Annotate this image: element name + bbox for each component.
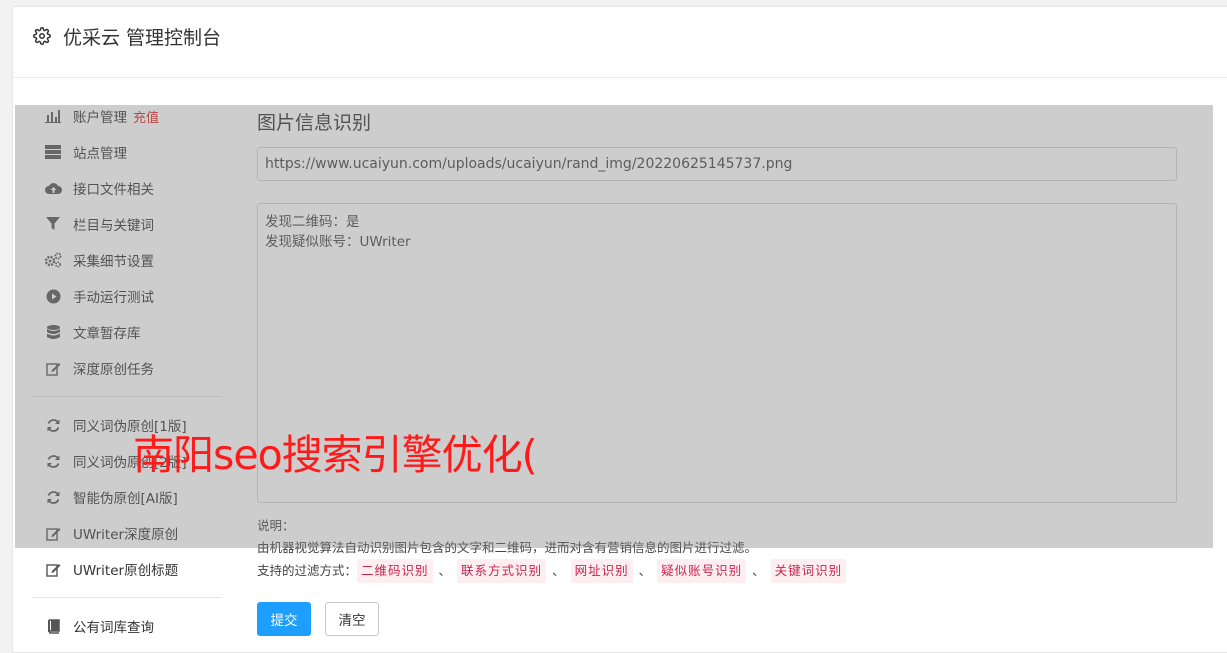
filter-tag: 疑似账号识别	[657, 559, 747, 583]
filter-label: 支持的过滤方式：	[257, 563, 358, 578]
sidebar-item-label: UWriter原创标题	[73, 563, 179, 579]
recharge-link[interactable]: 充值	[133, 107, 159, 126]
edit-icon	[44, 560, 62, 578]
sidebar-item-label: UWriter深度原创	[73, 527, 179, 543]
sidebar-item-article-store[interactable]: 文章暂存库	[32, 320, 222, 344]
notes-label: 说明：	[257, 518, 295, 533]
notes-description: 由机器视觉算法自动识别图片包含的文字和二维码，进而对含有营销信息的图片进行过滤。	[257, 540, 758, 555]
filter-methods: 支持的过滤方式： 二维码识别、 联系方式识别、 网址识别、 疑似账号识别、 关键…	[257, 559, 847, 583]
bar-chart-icon	[44, 107, 62, 125]
sidebar-item-label: 采集细节设置	[73, 254, 154, 270]
sidebar-divider	[32, 597, 222, 598]
cloud-upload-icon	[44, 179, 62, 197]
page-title: 优采云 管理控制台	[63, 27, 222, 49]
sidebar-item-columns-keywords[interactable]: 栏目与关键词	[32, 212, 222, 236]
filter-icon	[44, 215, 62, 233]
play-circle-icon	[44, 287, 62, 305]
notes-block: 说明： 由机器视觉算法自动识别图片包含的文字和二维码，进而对含有营销信息的图片进…	[257, 515, 847, 583]
sidebar-item-account[interactable]: 账户管理 充值	[32, 104, 222, 128]
section-title: 图片信息识别	[257, 112, 372, 134]
page-header: 优采云 管理控制台	[13, 7, 1227, 78]
sidebar-item-label: 同义词伪原创[2版]	[73, 455, 187, 471]
sidebar-item-label: 文章暂存库	[73, 326, 141, 342]
sidebar-item-deep-original[interactable]: 深度原创任务	[32, 356, 222, 380]
refresh-icon	[44, 452, 62, 470]
book-icon	[44, 617, 62, 635]
sidebar-item-synonym-v1[interactable]: 同义词伪原创[1版]	[32, 413, 222, 437]
sidebar-item-label: 账户管理	[73, 110, 127, 126]
sidebar-item-manual-test[interactable]: 手动运行测试	[32, 284, 222, 308]
server-icon	[44, 143, 62, 161]
sidebar-item-label: 同义词伪原创[1版]	[73, 419, 187, 435]
filter-separator: 、	[438, 563, 452, 578]
filter-separator: 、	[552, 563, 565, 578]
filter-tag: 联系方式识别	[457, 559, 547, 583]
sidebar-item-label: 站点管理	[73, 146, 127, 162]
sidebar-item-collect-settings[interactable]: 采集细节设置	[32, 248, 222, 272]
database-icon	[44, 323, 62, 341]
cogs-icon	[44, 251, 62, 269]
sidebar-item-uwriter-deep[interactable]: UWriter深度原创	[32, 521, 222, 545]
image-url-input[interactable]	[257, 147, 1177, 181]
sidebar-item-api-files[interactable]: 接口文件相关	[32, 176, 222, 200]
filter-tag: 关键词识别	[770, 559, 847, 583]
sidebar-divider	[32, 396, 222, 397]
sidebar-item-label: 手动运行测试	[73, 290, 154, 306]
sidebar-item-label: 栏目与关键词	[73, 218, 154, 234]
clear-button[interactable]: 清空	[325, 602, 379, 636]
sidebar-item-uwriter-title[interactable]: UWriter原创标题	[32, 557, 222, 581]
submit-button[interactable]: 提交	[257, 602, 311, 636]
sidebar-item-ai-rewrite[interactable]: 智能伪原创[AI版]	[32, 485, 222, 509]
filter-tag: 网址识别	[570, 559, 633, 583]
sidebar-item-sites[interactable]: 站点管理	[32, 140, 222, 164]
sidebar-item-public-lexicon[interactable]: 公有词库查询	[32, 614, 222, 638]
edit-icon	[44, 524, 62, 542]
sidebar-item-label: 智能伪原创[AI版]	[73, 491, 178, 507]
filter-separator: 、	[638, 563, 652, 578]
edit-icon	[44, 359, 62, 377]
filter-tag: 二维码识别	[357, 559, 433, 583]
result-textarea[interactable]: 发现二维码：是 发现疑似账号：UWriter	[257, 203, 1177, 503]
sidebar-item-synonym-v2[interactable]: 同义词伪原创[2版]	[32, 449, 222, 473]
sidebar-item-label: 深度原创任务	[73, 362, 154, 378]
gear-icon	[33, 27, 51, 45]
refresh-icon	[44, 416, 62, 434]
refresh-icon	[44, 488, 62, 506]
filter-separator: 、	[752, 563, 765, 578]
sidebar-item-label: 公有词库查询	[73, 620, 154, 636]
sidebar-item-label: 接口文件相关	[73, 182, 154, 198]
